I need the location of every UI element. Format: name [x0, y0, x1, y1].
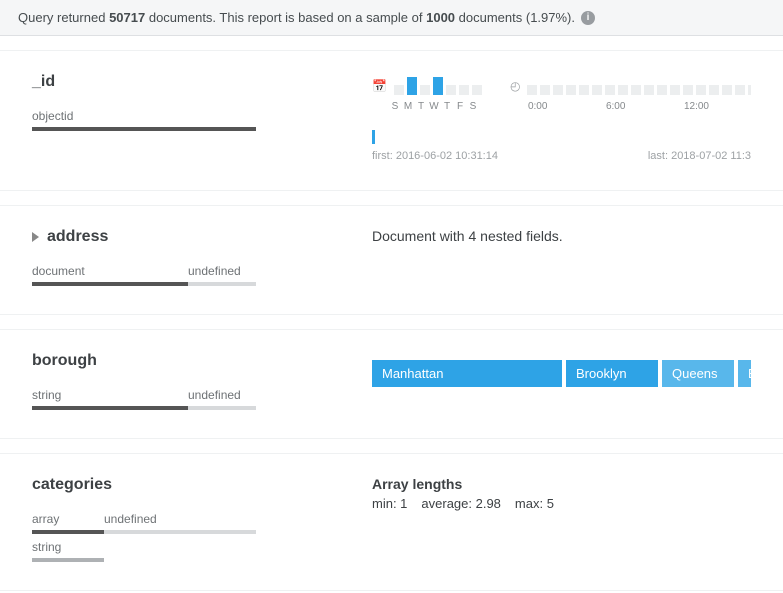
field-name: categories — [32, 476, 112, 494]
hour-bar[interactable] — [644, 85, 654, 95]
field-section-address: address document undefined Document with… — [0, 205, 783, 315]
hour-label: 0:00 — [528, 101, 606, 112]
hour-bar[interactable] — [670, 85, 680, 95]
value-chip[interactable]: Queens — [662, 360, 734, 387]
day-label: T — [416, 101, 426, 112]
field-section-id: _id objectid 📅 SMTWTFS ◴ 0:006:0012:0018… — [0, 50, 783, 191]
day-label: F — [455, 101, 465, 112]
status-text: Query returned 50717 documents. This rep… — [18, 10, 575, 25]
hour-bar[interactable] — [631, 85, 641, 95]
day-label: T — [442, 101, 452, 112]
type-objectid[interactable]: objectid — [32, 109, 256, 131]
hour-bar[interactable] — [722, 85, 732, 95]
timeline-chart[interactable] — [372, 130, 751, 144]
hour-bar[interactable] — [709, 85, 719, 95]
day-of-week-chart[interactable]: 📅 SMTWTFS — [372, 73, 482, 112]
hour-label: 6:00 — [606, 101, 684, 112]
type-array[interactable]: array — [32, 512, 104, 534]
type-document[interactable]: document — [32, 264, 188, 286]
field-section-borough: borough string undefined ManhattanBrookl… — [0, 329, 783, 439]
type-undefined[interactable]: undefined — [104, 512, 256, 534]
hour-bar[interactable] — [553, 85, 563, 95]
day-bar[interactable] — [407, 77, 417, 95]
hour-bar[interactable] — [540, 85, 550, 95]
value-chip[interactable]: Bronx — [738, 360, 751, 387]
day-label: S — [468, 101, 478, 112]
type-undefined[interactable]: undefined — [188, 388, 256, 410]
hour-of-day-chart[interactable]: ◴ 0:006:0012:0018:002 — [510, 73, 751, 112]
array-stats-title: Array lengths — [372, 476, 751, 492]
hour-bar[interactable] — [696, 85, 706, 95]
hour-label: 12:00 — [684, 101, 751, 112]
day-label: W — [429, 101, 439, 112]
hour-bar[interactable] — [579, 85, 589, 95]
hour-bar[interactable] — [748, 85, 751, 95]
value-chip[interactable]: Brooklyn — [566, 360, 658, 387]
clock-icon: ◴ — [510, 79, 520, 93]
hour-bar[interactable] — [683, 85, 693, 95]
day-bar[interactable] — [394, 85, 404, 95]
day-bar[interactable] — [420, 85, 430, 95]
array-stats: min: 1 average: 2.98 max: 5 — [372, 496, 751, 511]
field-section-categories: categories array undefined string Array … — [0, 453, 783, 591]
day-label: S — [390, 101, 400, 112]
day-bar[interactable] — [472, 85, 482, 95]
field-name: borough — [32, 352, 97, 370]
status-bar: Query returned 50717 documents. This rep… — [0, 0, 783, 36]
day-bar[interactable] — [459, 85, 469, 95]
hour-bar[interactable] — [735, 85, 745, 95]
timeline-first: first: 2016-06-02 10:31:14 — [372, 150, 498, 162]
day-bar[interactable] — [433, 77, 443, 95]
hour-bar[interactable] — [592, 85, 602, 95]
hour-bar[interactable] — [657, 85, 667, 95]
type-string[interactable]: string — [32, 540, 104, 562]
field-name: address — [47, 228, 108, 246]
value-chip[interactable]: Manhattan — [372, 360, 562, 387]
hour-bar[interactable] — [566, 85, 576, 95]
timeline-last: last: 2018-07-02 11:3 — [648, 150, 751, 162]
nested-summary: Document with 4 nested fields. — [372, 228, 751, 244]
hour-bar[interactable] — [618, 85, 628, 95]
hour-bar[interactable] — [527, 85, 537, 95]
info-icon[interactable]: i — [581, 11, 595, 25]
expand-caret-icon[interactable] — [32, 232, 39, 242]
calendar-icon: 📅 — [372, 79, 387, 93]
hour-bar[interactable] — [605, 85, 615, 95]
day-label: M — [403, 101, 413, 112]
type-undefined[interactable]: undefined — [188, 264, 256, 286]
type-string[interactable]: string — [32, 388, 188, 410]
field-name: _id — [32, 73, 55, 91]
day-bar[interactable] — [446, 85, 456, 95]
